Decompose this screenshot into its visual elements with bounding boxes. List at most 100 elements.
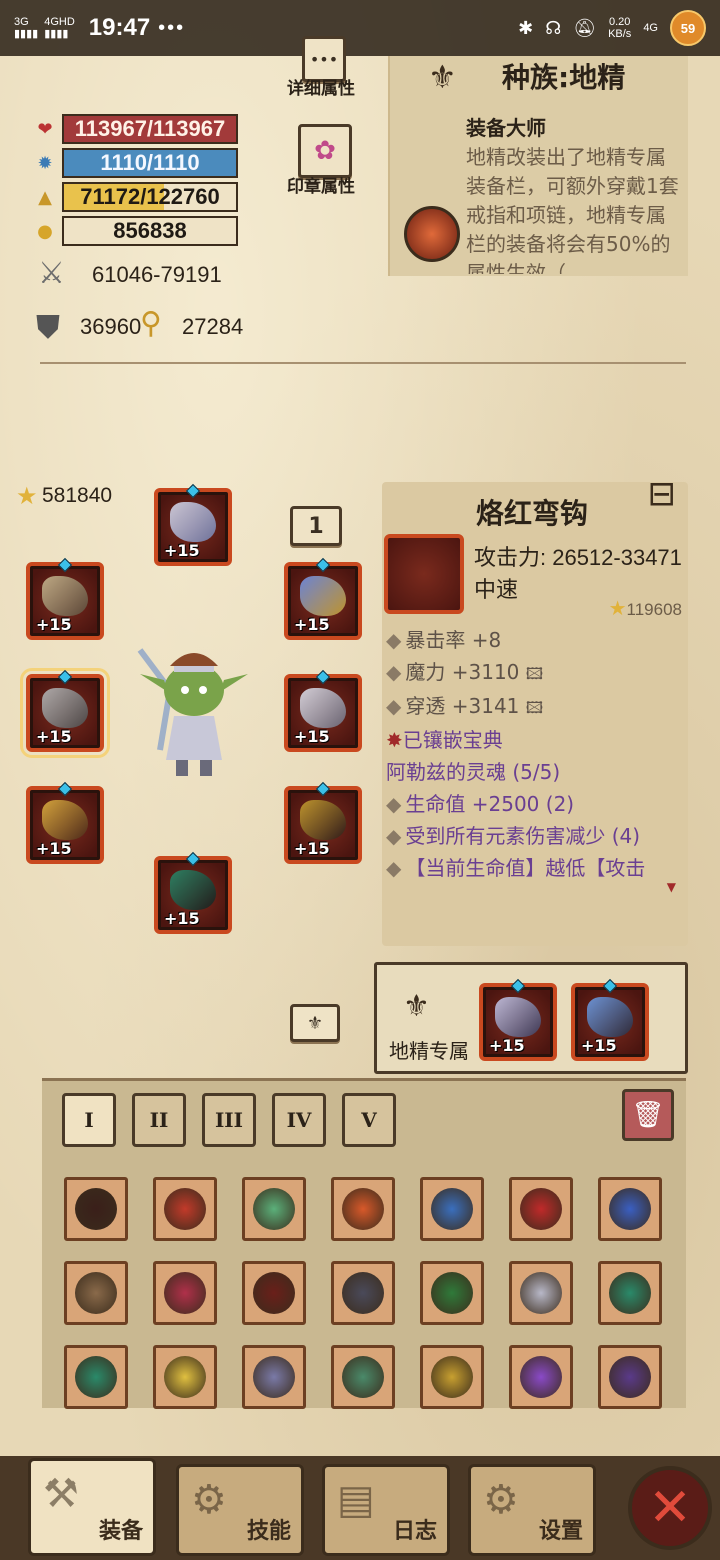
attr-line: ✸已镶嵌宝典 bbox=[386, 728, 503, 752]
equipment-set-button[interactable]: 1 bbox=[290, 506, 342, 546]
inventory-item[interactable] bbox=[420, 1261, 484, 1325]
crossed-swords-icon: ⚔ bbox=[38, 256, 65, 291]
lock-icon[interactable]: ⊟ bbox=[648, 474, 677, 514]
gear-icon: ⚙ bbox=[483, 1477, 519, 1523]
goblin-emblem-icon: ⚜ bbox=[306, 1012, 324, 1034]
goblin-ring-slot[interactable]: +15 bbox=[479, 978, 557, 1061]
inventory-item[interactable] bbox=[509, 1177, 573, 1241]
inventory-item[interactable] bbox=[509, 1261, 573, 1325]
slot-weapon[interactable]: +15 bbox=[20, 668, 110, 758]
gold-icon: ● bbox=[37, 220, 53, 242]
network-4ghd-label: 4GHD bbox=[44, 16, 75, 28]
tab-1[interactable]: I bbox=[62, 1093, 116, 1147]
inventory-item[interactable] bbox=[64, 1177, 128, 1241]
skills-icon: ⚙ bbox=[191, 1477, 227, 1523]
goblin-exclusive-panel: ⚜ 地精专属 +15 +15 bbox=[374, 962, 688, 1074]
slot-armor[interactable]: +15 bbox=[154, 851, 232, 934]
trash-button[interactable]: 🗑︎ bbox=[622, 1089, 674, 1141]
goblin-emblem-icon: ⚜ bbox=[403, 989, 430, 1024]
slot-helmet[interactable]: +15 bbox=[154, 483, 232, 566]
slot-boots[interactable]: +15 bbox=[26, 781, 104, 864]
dots-icon: ••• bbox=[309, 49, 339, 69]
set-bonus: ◆ 受到所有元素伤害减少 (4) bbox=[386, 824, 641, 848]
axe-icon: ⚒ bbox=[43, 1471, 79, 1517]
item-icon bbox=[384, 534, 464, 614]
inventory-item[interactable] bbox=[242, 1345, 306, 1409]
slot-shoulder[interactable]: +15 bbox=[26, 557, 104, 640]
set-bonus: ◆ 生命值 +2500 (2) bbox=[386, 792, 575, 816]
flower-icon: ✿ bbox=[314, 136, 336, 166]
inventory-item[interactable] bbox=[598, 1177, 662, 1241]
image-icon[interactable]: 🖾︎ bbox=[526, 664, 543, 683]
star-icon: ★ bbox=[608, 598, 627, 620]
xp-bar: 71172/122760 bbox=[62, 182, 238, 212]
set-name: 阿勒兹的灵魂 (5/5) bbox=[386, 760, 561, 784]
nav-equip[interactable]: ⚒ 装备 bbox=[28, 1458, 156, 1556]
item-detail-panel: 烙红弯钩 ⊟ 攻击力: 26512-33471 中速 ★119608 ◆ 暴击率 … bbox=[382, 474, 688, 946]
inventory-item[interactable] bbox=[420, 1345, 484, 1409]
goblin-toggle-button[interactable]: ⚜ bbox=[290, 1004, 340, 1042]
mana-icon: ✹ bbox=[37, 152, 53, 174]
inventory-item[interactable] bbox=[64, 1261, 128, 1325]
mp-row: ✹ 1110/1110 bbox=[34, 148, 238, 178]
set-number: 1 bbox=[308, 513, 324, 539]
clock: 19:47 bbox=[88, 14, 151, 41]
scroll-down-icon[interactable]: ▼ bbox=[667, 880, 676, 894]
slot-belt[interactable]: +15 bbox=[284, 781, 362, 864]
attr-line: ◆ 暴击率 +8 bbox=[386, 628, 502, 652]
goblin-necklace-slot[interactable]: +15 bbox=[571, 978, 649, 1061]
slot-offhand[interactable]: +15 bbox=[284, 557, 362, 640]
notification-avatar[interactable]: 59 bbox=[670, 10, 706, 46]
bluetooth-icon: ✱ bbox=[518, 17, 534, 38]
inventory-item[interactable] bbox=[509, 1345, 573, 1409]
tab-2[interactable]: II bbox=[132, 1093, 186, 1147]
nav-skills[interactable]: ⚙ 技能 bbox=[176, 1464, 304, 1556]
bottom-nav: ⚒ 装备 ⚙ 技能 ▤ 日志 ⚙ 设置 bbox=[0, 1456, 720, 1560]
journal-icon: ▤ bbox=[337, 1477, 375, 1523]
inventory-item[interactable] bbox=[153, 1345, 217, 1409]
network-indicator-2: 4GHD ▮▮▮▮ bbox=[44, 16, 75, 40]
inventory-item[interactable] bbox=[420, 1177, 484, 1241]
ability-name: 装备大师 bbox=[466, 116, 546, 140]
xp-row: ▲ 71172/122760 bbox=[34, 182, 238, 212]
inventory-item[interactable] bbox=[598, 1345, 662, 1409]
gold-bar: 856838 bbox=[62, 216, 238, 246]
headset-icon: ☊ bbox=[545, 17, 562, 38]
close-button[interactable]: ✕ bbox=[628, 1466, 712, 1550]
goblin-emblem-icon: ⚜ bbox=[428, 58, 457, 96]
inventory-item[interactable] bbox=[64, 1345, 128, 1409]
inventory-item[interactable] bbox=[331, 1261, 395, 1325]
star-icon: ★ bbox=[16, 482, 38, 510]
nav-journal[interactable]: ▤ 日志 bbox=[322, 1464, 450, 1556]
nav-settings[interactable]: ⚙ 设置 bbox=[468, 1464, 596, 1556]
item-attributes: ◆ 暴击率 +8 ◆ 魔力 +3110 🖾︎ ◆ 穿透 +3141 🖾︎ ✸已镶嵌宝典… bbox=[386, 624, 684, 884]
hp-bar: 113967/113967 bbox=[62, 114, 238, 144]
defense-value: 36960 bbox=[80, 314, 142, 339]
attr-line: ◆ 穿透 +3141 🖾︎ bbox=[386, 694, 544, 718]
mute-icon: 🔕︎ bbox=[573, 17, 597, 38]
inventory-item[interactable] bbox=[331, 1177, 395, 1241]
status-bar: 3G ▮▮▮▮ 4GHD ▮▮▮▮ 19:47 ••• ✱ ☊ 🔕︎ 0.20 … bbox=[0, 0, 720, 56]
slot-cloak[interactable]: +15 bbox=[284, 669, 362, 752]
item-speed: 中速 bbox=[474, 578, 519, 603]
inventory-item[interactable] bbox=[153, 1177, 217, 1241]
image-icon[interactable]: 🖾︎ bbox=[526, 698, 543, 717]
tab-3[interactable]: III bbox=[202, 1093, 256, 1147]
mp-bar: 1110/1110 bbox=[62, 148, 238, 178]
inventory-item[interactable] bbox=[153, 1261, 217, 1325]
seal-label: 印章属性 bbox=[287, 177, 355, 197]
inventory-item[interactable] bbox=[598, 1261, 662, 1325]
seal-button[interactable]: ✿ bbox=[298, 124, 352, 178]
tab-4[interactable]: IV bbox=[272, 1093, 326, 1147]
hp-row: ❤ 113967/113967 bbox=[34, 114, 238, 144]
net-speed: 0.20 KB/s bbox=[608, 16, 632, 40]
magic-resist-icon: ⚲ bbox=[140, 306, 162, 341]
tab-5[interactable]: V bbox=[342, 1093, 396, 1147]
details-label: 详细属性 bbox=[287, 79, 355, 99]
inventory-item[interactable] bbox=[331, 1345, 395, 1409]
close-icon: ✕ bbox=[648, 1478, 692, 1538]
equipment-score: 581840 bbox=[42, 484, 113, 507]
inventory-item[interactable] bbox=[242, 1261, 306, 1325]
ability-description: 地精改装出了地精专属装备栏，可额外穿戴1套戒指和项链，地精专属栏的装备将会有50… bbox=[466, 145, 679, 274]
inventory-item[interactable] bbox=[242, 1177, 306, 1241]
